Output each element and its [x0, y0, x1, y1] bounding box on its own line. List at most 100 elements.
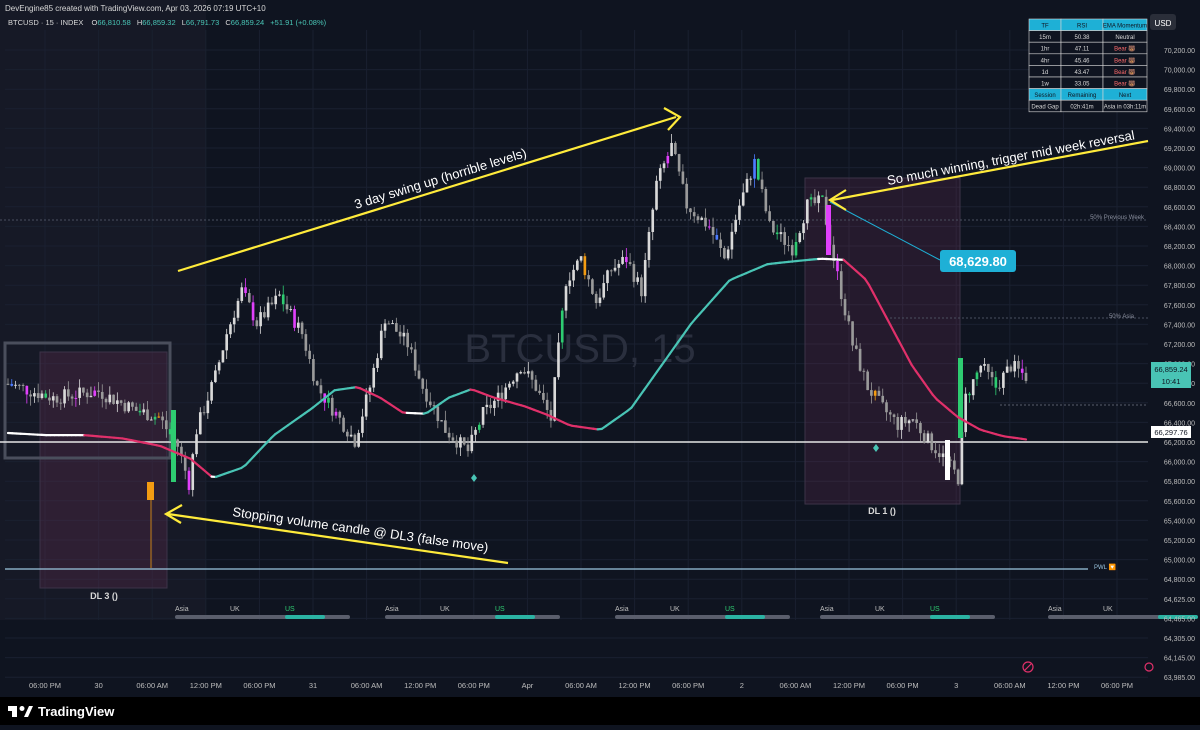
time-tick-label: Apr	[522, 681, 534, 690]
candle-body	[602, 283, 605, 297]
candle-body	[282, 294, 285, 304]
table-text: Next	[1119, 93, 1132, 99]
price-tick-label: 66,000.00	[1164, 460, 1195, 467]
candle-body	[406, 333, 409, 347]
candle-body	[1002, 373, 1005, 388]
candle-body	[440, 420, 443, 421]
candle-body	[357, 433, 360, 447]
candle-body	[354, 435, 357, 447]
candle-body	[776, 232, 779, 234]
candle-body	[414, 349, 417, 370]
candle-body	[157, 417, 160, 418]
time-tick-label: 12:00 PM	[404, 681, 436, 690]
credit-text: DevEngine85 created with TradingView.com…	[5, 4, 266, 13]
candle-body	[527, 371, 530, 373]
candle-body	[293, 309, 296, 328]
price-tick-label: 64,625.00	[1164, 597, 1195, 604]
candle-body	[297, 323, 300, 328]
candle-body	[531, 371, 534, 379]
candle-body	[437, 406, 440, 421]
candle-body	[63, 389, 66, 403]
candle-body	[945, 440, 950, 480]
dl1-label: DL 1 ()	[868, 506, 896, 516]
footer-bar: TradingView	[0, 697, 1200, 725]
candle-body	[376, 358, 379, 368]
candle-body	[470, 435, 473, 451]
candle-body	[233, 318, 236, 325]
price-tick-label: 68,800.00	[1164, 185, 1195, 192]
candle-body	[410, 347, 413, 349]
time-tick-label: 06:00 AM	[351, 681, 383, 690]
candle-body	[640, 277, 643, 296]
candle-body	[621, 257, 624, 264]
candle-body	[203, 412, 206, 413]
candle-body	[998, 388, 1001, 389]
candle-body	[625, 257, 628, 262]
candle-body	[452, 437, 455, 440]
candle-body	[617, 264, 620, 268]
price-chart[interactable]: BTCUSD, 15 3 day swing up (horrible leve…	[0, 0, 1200, 725]
candle-body	[972, 379, 975, 395]
candle-body	[614, 268, 617, 271]
candle-body	[56, 396, 59, 402]
table-text: Dead Gap	[1031, 105, 1059, 111]
candle-body	[338, 412, 341, 418]
candle-body	[761, 180, 764, 189]
candle-body	[791, 245, 794, 255]
candle-body	[584, 256, 587, 275]
time-tick-label: 30	[94, 681, 102, 690]
candle-body	[689, 208, 692, 212]
candle-body	[648, 232, 651, 260]
time-tick-label: 06:00 PM	[243, 681, 275, 690]
candle-body	[957, 470, 960, 485]
candle-body	[629, 262, 632, 264]
session-label: UK	[875, 606, 885, 613]
candle-body	[165, 420, 168, 429]
candle-body	[919, 423, 922, 433]
price-tick-label: 69,000.00	[1164, 166, 1195, 173]
candle-body	[429, 402, 432, 406]
candle-body	[979, 366, 982, 373]
candle-body	[444, 420, 447, 433]
candle-body	[361, 417, 364, 433]
candle-body	[478, 425, 481, 430]
candle-body	[391, 323, 394, 324]
price-callout-text: 68,629.80	[949, 254, 1007, 269]
candle-body	[685, 184, 688, 209]
candle-body	[387, 323, 390, 324]
table-text: 33.05	[1074, 82, 1090, 88]
candle-body	[78, 388, 81, 398]
candle-body	[210, 382, 213, 401]
candle-body	[987, 364, 990, 372]
candle-body	[885, 402, 888, 412]
table-text: 15m	[1039, 35, 1051, 41]
table-text: 1w	[1041, 82, 1049, 88]
candle-body	[576, 261, 579, 270]
candle-body	[256, 320, 259, 326]
time-tick-label: 12:00 PM	[1047, 681, 1079, 690]
table-text: 1d	[1042, 70, 1049, 76]
candle-body	[795, 242, 798, 255]
candle-body	[1025, 373, 1028, 381]
candle-body	[851, 321, 854, 345]
candle-body	[874, 391, 877, 396]
dl3-zone	[40, 352, 167, 588]
candle-body	[139, 411, 142, 412]
candle-body	[512, 382, 515, 384]
candle-body	[633, 264, 636, 282]
price-tick-label: 63,985.00	[1164, 675, 1195, 682]
price-tick-label: 69,400.00	[1164, 126, 1195, 133]
table-text: Asia in 03h:11m	[1104, 105, 1147, 111]
candle-body	[542, 393, 545, 400]
candle-body	[757, 159, 760, 180]
time-tick-label: 06:00 AM	[136, 681, 168, 690]
candle-body	[52, 396, 55, 400]
candle-body	[553, 377, 556, 420]
price-tick-label: 65,800.00	[1164, 479, 1195, 486]
price-tick-label: 65,000.00	[1164, 558, 1195, 565]
candle-body	[365, 395, 368, 417]
candle-body	[798, 233, 801, 242]
candle-body	[289, 309, 292, 310]
table-text: 45.46	[1074, 58, 1090, 64]
candle-body	[915, 419, 918, 423]
